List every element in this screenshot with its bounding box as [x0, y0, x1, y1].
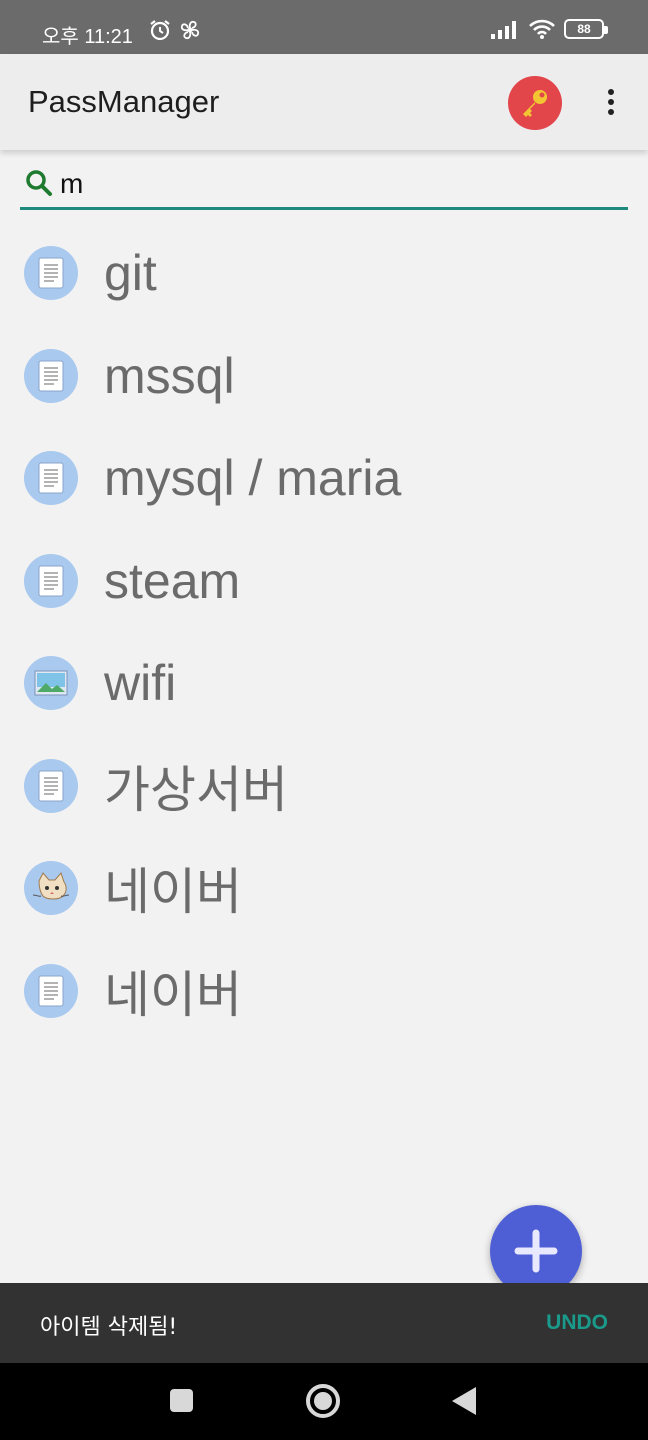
document-icon	[24, 246, 78, 301]
snackbar-message: 아이템 삭제됨!	[40, 1315, 178, 1340]
list-item[interactable]: 네이버	[0, 837, 648, 940]
list-item[interactable]: 가상서버	[0, 735, 648, 838]
document-icon	[24, 758, 78, 813]
entry-label: git	[104, 245, 157, 302]
entry-label: mysql / maria	[104, 450, 402, 507]
list-item[interactable]: mssql	[0, 325, 648, 428]
key-button[interactable]	[508, 76, 562, 130]
entry-label: 네이버	[104, 864, 242, 921]
status-icons-left	[148, 18, 202, 42]
search-bar	[20, 160, 628, 210]
entry-label: mssql	[104, 347, 235, 404]
app-title: PassManager	[28, 84, 220, 119]
status-time: 오후 11:21	[42, 26, 133, 48]
list-item[interactable]: wifi	[0, 632, 648, 735]
list-item[interactable]: git	[0, 222, 648, 325]
entry-label: 네이버	[104, 966, 242, 1023]
signal-icon	[491, 21, 516, 39]
image-icon	[24, 656, 78, 711]
wifi-icon	[529, 19, 555, 39]
add-icon	[514, 1229, 558, 1273]
list-item[interactable]: mysql / maria	[0, 427, 648, 530]
more-options-button[interactable]	[596, 82, 626, 122]
document-icon	[24, 451, 78, 506]
navigation-bar	[0, 1363, 648, 1440]
list-item[interactable]: steam	[0, 530, 648, 633]
key-icon	[523, 90, 547, 117]
fan-icon	[180, 20, 200, 40]
battery-icon: 88	[564, 19, 608, 39]
app-bar: PassManager	[0, 54, 648, 150]
search-input[interactable]	[60, 166, 620, 202]
undo-button[interactable]: UNDO	[546, 1311, 608, 1335]
cat-icon	[24, 861, 78, 916]
snackbar: 아이템 삭제됨! UNDO	[0, 1283, 648, 1363]
search-icon	[26, 170, 52, 196]
entry-label: wifi	[104, 655, 177, 712]
alarm-icon	[150, 20, 170, 41]
document-icon	[24, 963, 78, 1018]
status-icons-right: 88	[490, 18, 608, 40]
document-icon	[24, 348, 78, 403]
back-icon[interactable]	[452, 1387, 476, 1415]
entry-label: steam	[104, 552, 241, 609]
entry-label: 가상서버	[104, 761, 288, 818]
battery-level: 88	[577, 22, 591, 36]
list-item[interactable]: 네이버	[0, 940, 648, 1043]
more-vert-icon	[608, 89, 614, 95]
home-icon[interactable]	[306, 1384, 340, 1418]
recents-icon[interactable]	[170, 1389, 193, 1412]
entry-list: git mssql mysql / maria steam wifi 가상서버	[0, 222, 648, 1042]
document-icon	[24, 553, 78, 608]
status-bar: 오후 11:21 88	[0, 0, 648, 54]
